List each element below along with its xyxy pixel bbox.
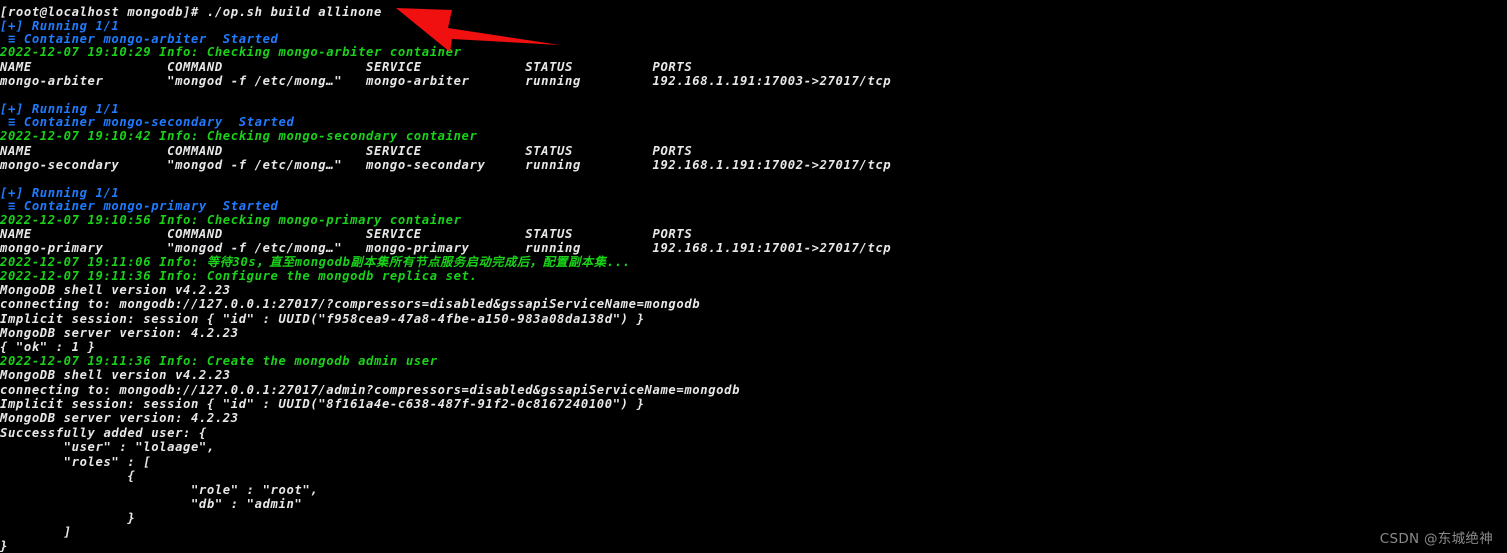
terminal-line: connecting to: mongodb://127.0.0.1:27017… [0, 297, 701, 311]
terminal-line: MongoDB shell version v4.2.23 [0, 368, 231, 382]
terminal-line: { "ok" : 1 } [0, 340, 96, 354]
terminal-line: } [0, 511, 136, 525]
terminal-line: ≡ Container mongo-arbiter Started [0, 32, 279, 46]
terminal-line: Implicit session: session { "id" : UUID(… [0, 397, 645, 411]
terminal-line: NAME COMMAND SERVICE STATUS PORTS [0, 227, 693, 241]
terminal-line: [+] Running 1/1 [0, 102, 120, 116]
terminal-line: MongoDB shell version v4.2.23 [0, 283, 231, 297]
terminal-line: ≡ Container mongo-secondary Started [0, 115, 295, 129]
terminal-line: NAME COMMAND SERVICE STATUS PORTS [0, 60, 693, 74]
terminal-line: connecting to: mongodb://127.0.0.1:27017… [0, 383, 741, 397]
terminal-line: mongo-secondary "mongod -f /etc/mong…" m… [0, 158, 892, 172]
terminal-line: ] [0, 525, 72, 539]
terminal-line: Implicit session: session { "id" : UUID(… [0, 312, 645, 326]
terminal-line: MongoDB server version: 4.2.23 [0, 326, 239, 340]
terminal-window[interactable]: [root@localhost mongodb]# ./op.sh build … [0, 0, 1507, 553]
terminal-line: { [0, 469, 136, 483]
terminal-line: mongo-primary "mongod -f /etc/mong…" mon… [0, 241, 892, 255]
terminal-line: ≡ Container mongo-primary Started [0, 199, 279, 213]
terminal-line: 2022-12-07 19:11:06 Info: 等待30s，直至mongod… [0, 255, 631, 269]
terminal-line: 2022-12-07 19:10:42 Info: Checking mongo… [0, 129, 478, 143]
terminal-line: "roles" : [ [0, 455, 152, 469]
terminal-line: MongoDB server version: 4.2.23 [0, 411, 239, 425]
terminal-line: 2022-12-07 19:10:29 Info: Checking mongo… [0, 45, 462, 59]
terminal-line: } [0, 539, 8, 553]
terminal-line: 2022-12-07 19:10:56 Info: Checking mongo… [0, 213, 462, 227]
csdn-watermark: CSDN @东城绝神 [1379, 531, 1493, 547]
terminal-line: [root@localhost mongodb]# ./op.sh build … [0, 5, 382, 19]
terminal-line: [+] Running 1/1 [0, 19, 120, 33]
terminal-line: Successfully added user: { [0, 426, 207, 440]
terminal-line: "role" : "root", [0, 483, 319, 497]
terminal-line: mongo-arbiter "mongod -f /etc/mong…" mon… [0, 74, 892, 88]
terminal-line: "user" : "lolaage", [0, 440, 215, 454]
terminal-line: "db" : "admin" [0, 497, 303, 511]
terminal-line: NAME COMMAND SERVICE STATUS PORTS [0, 144, 693, 158]
terminal-line: [+] Running 1/1 [0, 186, 120, 200]
terminal-line: 2022-12-07 19:11:36 Info: Create the mon… [0, 354, 438, 368]
terminal-line: 2022-12-07 19:11:36 Info: Configure the … [0, 269, 478, 283]
